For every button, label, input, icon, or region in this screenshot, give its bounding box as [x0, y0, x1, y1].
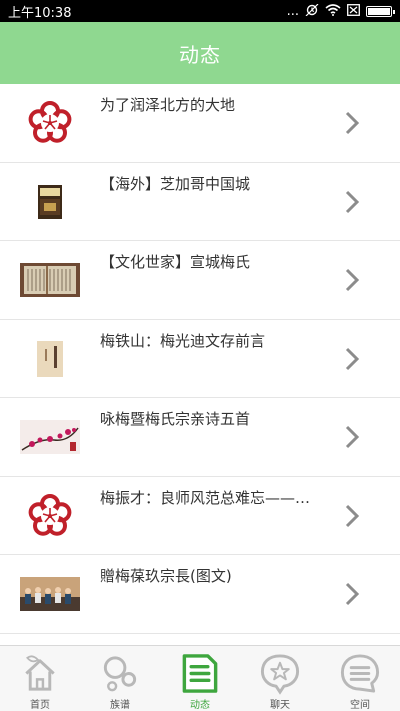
tab-news[interactable]: 动态	[160, 646, 240, 711]
page-title: 动态	[179, 42, 221, 67]
item-title: 贈梅葆玖宗長(图文)	[100, 567, 232, 585]
no-sim-icon	[347, 4, 360, 18]
space-icon	[340, 654, 380, 693]
painting-thumbnail	[20, 408, 80, 466]
tab-label: 族谱	[110, 700, 130, 711]
list-item[interactable]: 【文化世家】宣城梅氏	[0, 241, 400, 320]
chevron-right-icon	[345, 268, 360, 292]
list-item[interactable]: 贈梅葆玖宗長(图文)	[0, 555, 400, 634]
chevron-right-icon	[345, 111, 360, 135]
status-time: 上午10:38	[8, 5, 72, 21]
chevron-right-icon	[345, 425, 360, 449]
status-bar: 上午10:38 ...	[0, 0, 400, 22]
tab-label: 动态	[190, 700, 210, 711]
battery-icon	[366, 5, 395, 17]
tab-space[interactable]: 空间	[320, 646, 400, 711]
book-thumbnail	[20, 173, 80, 231]
chevron-right-icon	[345, 504, 360, 527]
bottom-tab-bar: 首页 族谱 动态 聊天 空间	[0, 645, 400, 711]
manuscript-thumbnail	[20, 251, 80, 309]
tab-family-tree[interactable]: 族谱	[80, 646, 160, 711]
tab-label: 首页	[30, 700, 50, 711]
item-title: 梅振才：良师风范总难忘——…	[100, 488, 310, 507]
list-item[interactable]: 为了润泽北方的大地	[0, 84, 400, 163]
tab-label: 空间	[350, 700, 370, 711]
status-icons: ...	[286, 3, 395, 19]
item-title: 梅铁山：梅光迪文存前言	[100, 331, 266, 350]
group-photo-thumbnail	[20, 565, 80, 623]
list-item[interactable]: 【海外】芝加哥中国城	[0, 162, 400, 241]
news-document-icon	[182, 654, 218, 693]
item-title: 咏梅暨梅氏宗亲诗五首	[100, 410, 251, 428]
chat-icon	[260, 654, 300, 695]
item-title: 【文化世家】宣城梅氏	[100, 253, 251, 271]
chevron-right-icon	[345, 347, 360, 370]
tab-home[interactable]: 首页	[0, 646, 80, 711]
list-item[interactable]: 咏梅暨梅氏宗亲诗五首	[0, 398, 400, 477]
chevron-right-icon	[345, 190, 360, 213]
tab-label: 聊天	[270, 700, 290, 711]
plum-logo-icon	[20, 487, 80, 545]
alarm-icon	[305, 3, 319, 18]
app-header: 动态	[0, 22, 400, 84]
item-title: 为了润泽北方的大地	[100, 96, 236, 114]
list-item[interactable]: 梅振才：良师风范总难忘——…	[0, 476, 400, 555]
list-item[interactable]: 梅铁山：梅光迪文存前言	[0, 319, 400, 398]
feed-list[interactable]: 为了润泽北方的大地 【海外】芝加哥中国城 【文化世家】宣城梅氏 梅铁山：梅光迪文…	[0, 84, 400, 645]
item-title: 【海外】芝加哥中国城	[100, 174, 251, 193]
plum-logo-icon	[20, 94, 80, 152]
status-dots: ...	[286, 3, 299, 19]
home-icon	[25, 655, 55, 691]
tab-chat[interactable]: 聊天	[240, 646, 320, 711]
book-thumbnail	[20, 330, 80, 388]
family-tree-icon	[103, 656, 137, 692]
chevron-right-icon	[345, 582, 360, 606]
wifi-icon	[325, 4, 341, 18]
